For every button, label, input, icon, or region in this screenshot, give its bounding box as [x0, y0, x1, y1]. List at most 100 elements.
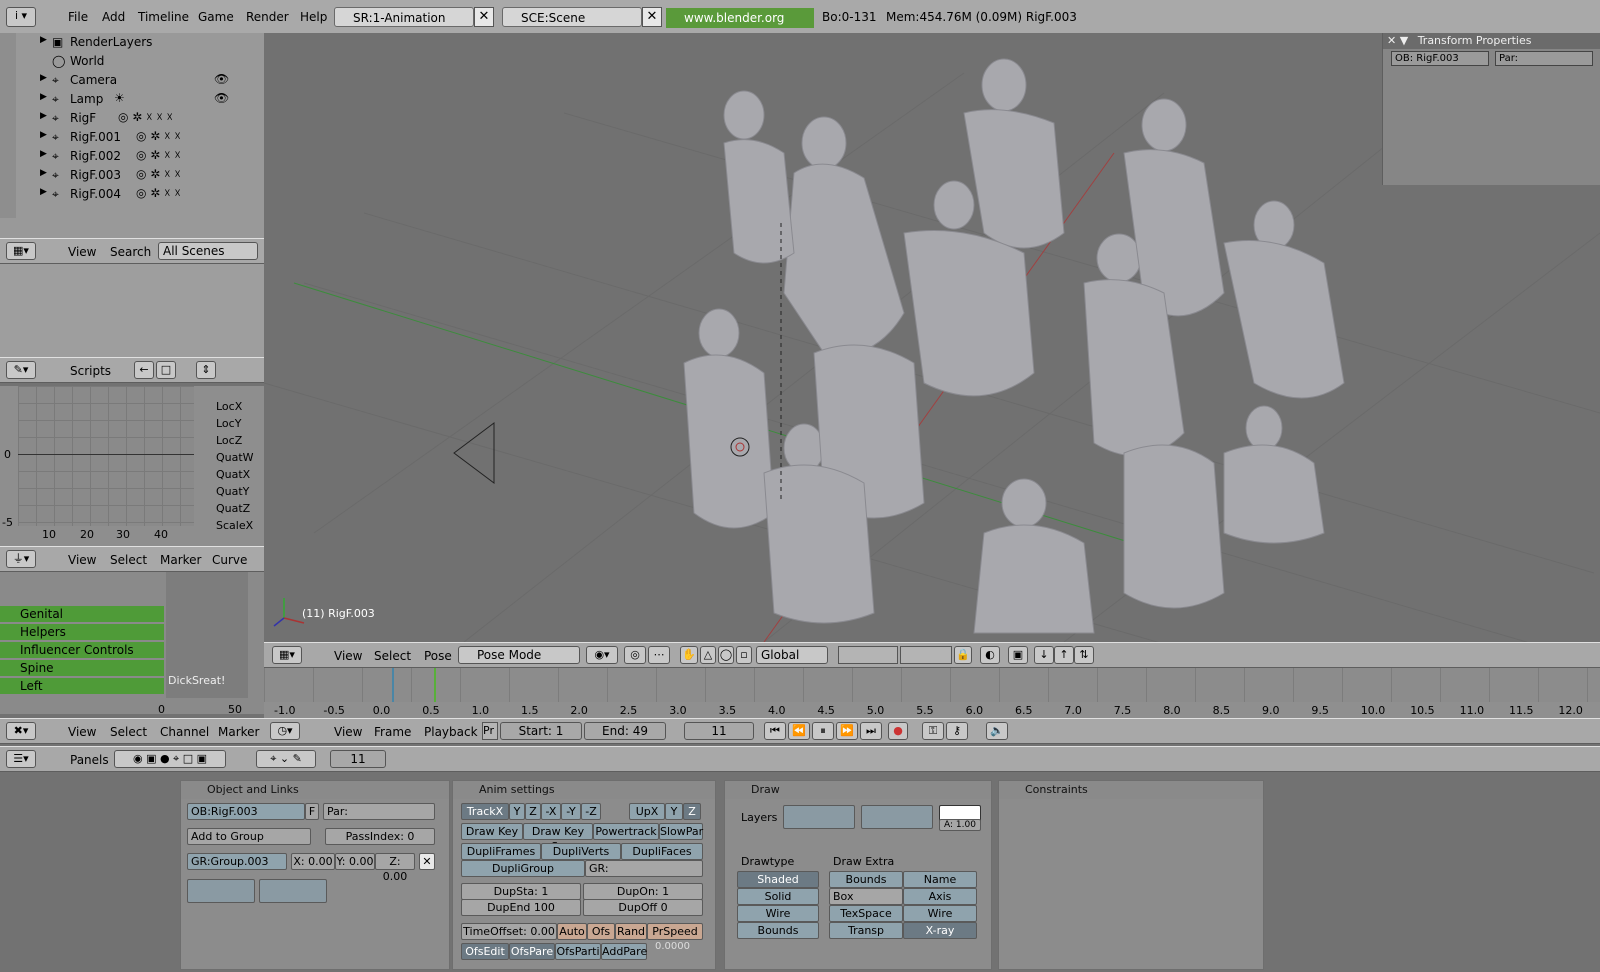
3d-viewport[interactable]: (11) RigF.003 ✕ ▼ Transform Properties O… — [264, 33, 1600, 642]
extra-texspace[interactable]: TexSpace — [829, 905, 903, 922]
viewport-select-menu[interactable]: Select — [374, 649, 411, 663]
ipo-channel[interactable]: QuatZ — [216, 502, 250, 515]
outliner-row[interactable]: ▶ ⌖ RigF ◎ ✲ ☓ ☓ ☓ — [18, 109, 264, 128]
draw-type-icon[interactable]: ◉▾ — [586, 646, 618, 664]
track-neg-y-button[interactable]: -Y — [561, 803, 581, 820]
track-y-button[interactable]: Y — [509, 803, 525, 820]
expand-icon[interactable]: ▶ — [40, 187, 47, 197]
menu-file[interactable]: File — [68, 10, 88, 24]
ipo-channel[interactable]: QuatY — [216, 485, 249, 498]
action-group[interactable]: Helpers — [0, 624, 164, 640]
pause-icon[interactable]: ⏸ — [812, 722, 834, 740]
action-group[interactable]: Genital — [0, 606, 164, 622]
object-name-field[interactable]: OB:RigF.003 — [187, 803, 305, 820]
info-icon[interactable]: i ▾ — [6, 7, 36, 27]
sub-context-buttons[interactable]: ⌖ ⌄ ✎ — [256, 750, 316, 768]
pass-index-field[interactable]: PassIndex: 0 — [325, 828, 435, 845]
frame-field[interactable]: 11 — [330, 750, 386, 768]
ofspare-button[interactable]: OfsPare — [509, 943, 555, 960]
panels-menu[interactable]: Panels — [70, 753, 109, 767]
timeline-frame-menu[interactable]: Frame — [374, 725, 411, 739]
paste-pose-icon[interactable]: ↑ — [1054, 646, 1074, 664]
translate-icon[interactable]: △ — [700, 646, 716, 664]
dupoff-field[interactable]: DupOff 0 — [583, 899, 703, 916]
ipo-view-menu[interactable]: View — [68, 553, 96, 567]
preview-range-button[interactable]: Pr — [482, 722, 498, 740]
rand-button[interactable]: Rand — [615, 923, 647, 940]
viewport-pose-menu[interactable]: Pose — [424, 649, 452, 663]
viewport-view-menu[interactable]: View — [334, 649, 362, 663]
up-x-button[interactable]: UpX — [629, 803, 665, 820]
layer-buttons-2[interactable] — [900, 646, 952, 664]
track-neg-x-button[interactable]: -X — [541, 803, 561, 820]
dupliframes-button[interactable]: DupliFrames — [461, 843, 541, 860]
track-x-button[interactable]: TrackX — [461, 803, 509, 820]
ipo-select-menu[interactable]: Select — [110, 553, 147, 567]
drawtype-shaded[interactable]: Shaded — [737, 871, 819, 888]
menu-timeline[interactable]: Timeline — [138, 10, 189, 24]
render-icon[interactable]: ▣ — [1008, 646, 1028, 664]
expand-icon[interactable]: ▶ — [40, 130, 47, 140]
expand-icon[interactable]: ▶ — [40, 35, 47, 45]
action-select-menu[interactable]: Select — [110, 725, 147, 739]
current-frame-marker[interactable] — [434, 668, 436, 702]
track-z-button[interactable]: Z — [525, 803, 541, 820]
square-icon[interactable]: □ — [156, 361, 176, 379]
outliner-row[interactable]: ▶ ⌖ RigF.001 ◎ ✲ ☓ ☓ — [18, 128, 264, 147]
drawtype-solid[interactable]: Solid — [737, 888, 819, 905]
timeoffset-field[interactable]: TimeOffset: 0.00 — [461, 923, 557, 940]
offset-x-field[interactable]: X: 0.00 — [291, 853, 335, 870]
extra-transp[interactable]: Transp — [829, 922, 903, 939]
outliner-row[interactable]: ▶ ⌖ RigF.004 ◎ ✲ ☓ ☓ — [18, 185, 264, 204]
ipo-curve-menu[interactable]: Curve — [212, 553, 247, 567]
outliner-row[interactable]: ▶ ⌖ RigF.002 ◎ ✲ ☓ ☓ — [18, 147, 264, 166]
action-group[interactable]: Left — [0, 678, 164, 694]
expand-icon[interactable]: ▶ — [40, 73, 47, 83]
prspeed-button[interactable]: PrSpeed — [647, 923, 703, 940]
clock-icon[interactable]: ◷▾ — [270, 722, 300, 740]
scene-select[interactable]: SCE:Scene — [502, 7, 642, 27]
expand-icon[interactable]: ▶ — [40, 111, 47, 121]
editor-type-icon[interactable]: ▦▾ — [6, 242, 36, 260]
jump-end-icon[interactable]: ⏭ — [860, 722, 882, 740]
layer-grid[interactable] — [783, 805, 855, 829]
editor-type-icon[interactable]: ✖▾ — [6, 722, 36, 740]
ofsparti-button[interactable]: OfsParti — [555, 943, 601, 960]
outliner-row[interactable]: ▶ ⌖ Camera 👁 — [18, 71, 264, 90]
rotate-icon[interactable]: ◯ — [718, 646, 734, 664]
group-field[interactable]: GR:Group.003 — [187, 853, 287, 870]
editor-type-icon[interactable]: ▦▾ — [272, 646, 302, 664]
menu-add[interactable]: Add — [102, 10, 125, 24]
website-link[interactable]: www.blender.org 249.2 — [666, 8, 814, 45]
dropdown-icon[interactable]: ⇕ — [196, 361, 216, 379]
pivot-icon[interactable]: ◎ — [624, 646, 646, 664]
action-marker-menu[interactable]: Marker — [218, 725, 259, 739]
duplifaces-button[interactable]: DupliFaces — [621, 843, 703, 860]
offset-z-field[interactable]: Z: 0.00 — [375, 853, 415, 883]
scripts-menu[interactable]: Scripts — [70, 364, 111, 378]
up-z-button[interactable]: Z — [683, 803, 701, 820]
expand-icon[interactable]: ▶ — [40, 92, 47, 102]
paste-flipped-icon[interactable]: ⇅ — [1074, 646, 1094, 664]
extra-bounds-type[interactable]: Box — [829, 888, 903, 905]
timeline-track[interactable] — [264, 668, 1600, 702]
group-layers[interactable] — [187, 879, 255, 903]
alpha-field[interactable]: A: 1.00 — [939, 819, 981, 831]
ipo-grid[interactable] — [18, 386, 194, 526]
addpare-button[interactable]: AddPare — [601, 943, 647, 960]
extra-xray[interactable]: X-ray — [903, 922, 977, 939]
editor-type-icon[interactable]: ☰▾ — [6, 750, 36, 768]
ipo-channel[interactable]: LocY — [216, 417, 241, 430]
proportional-icon[interactable]: ◐ — [980, 646, 1000, 664]
drawtype-bounds[interactable]: Bounds — [737, 922, 819, 939]
dupli-group-field[interactable]: GR: — [585, 860, 703, 877]
current-frame-field[interactable]: 11 — [684, 722, 754, 740]
keying-set-icon[interactable]: ⚿ — [922, 722, 944, 740]
outliner-row[interactable]: ▶ ⌖ RigF.003 ◎ ✲ ☓ ☓ — [18, 166, 264, 185]
widget-icon[interactable]: ⋯ — [648, 646, 670, 664]
draw-key-button[interactable]: Draw Key — [461, 823, 523, 840]
context-buttons[interactable]: ◉ ▣ ● ⌖ □ ▣ — [114, 750, 226, 768]
mode-select[interactable]: Pose Mode — [458, 646, 580, 664]
slowpar-button[interactable]: SlowPar — [659, 823, 703, 840]
outliner-search-menu[interactable]: Search — [110, 245, 151, 259]
